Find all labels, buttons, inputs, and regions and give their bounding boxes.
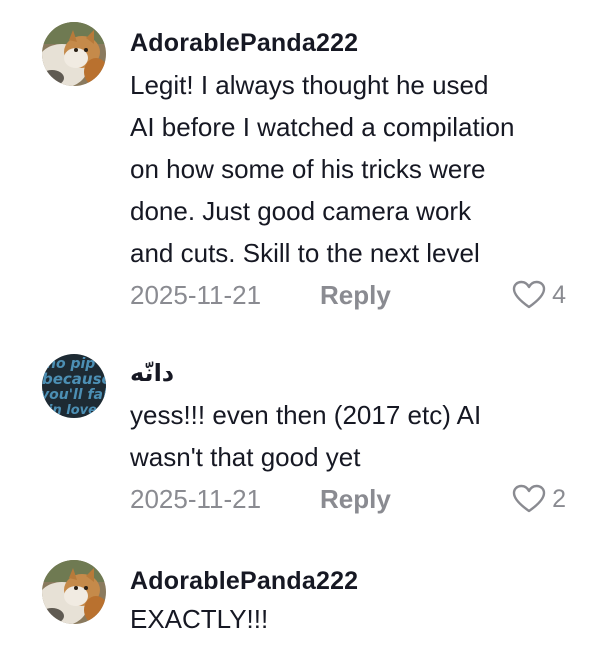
comment-text-line: and cuts. Skill to the next level: [130, 238, 480, 268]
comment-username[interactable]: دانّه: [130, 358, 566, 388]
heart-icon: [512, 484, 546, 513]
user-avatar[interactable]: no pip because you'll fall in love: [42, 354, 106, 418]
comment-text-line: on how some of his tricks were: [130, 154, 486, 184]
reply-button[interactable]: Reply: [320, 278, 391, 312]
comment-text-line: AI before I watched a compilation: [130, 112, 515, 142]
comment-body: AdorablePanda222 Legit! I always thought…: [130, 28, 566, 312]
comment-text-line: yess!!! even then (2017 etc) AI: [130, 400, 482, 430]
like-count: 2: [552, 485, 566, 513]
comment-text: EXACTLY!!!: [130, 598, 566, 640]
reply-button[interactable]: Reply: [320, 482, 391, 516]
comment-username[interactable]: AdorablePanda222: [130, 28, 566, 58]
like-button[interactable]: 4: [512, 278, 566, 312]
comment-body: AdorablePanda222 EXACTLY!!!: [130, 566, 566, 640]
comment-text-line: EXACTLY!!!: [130, 604, 269, 634]
text-art-avatar-image: no pip because you'll fall in love: [42, 354, 106, 418]
avatar-text-line: in love: [48, 403, 97, 418]
cat-avatar-image: [42, 22, 106, 86]
like-count: 4: [552, 281, 566, 309]
comment-text-line: done. Just good camera work: [130, 196, 472, 226]
avatar-text-line: because: [42, 370, 106, 388]
user-avatar[interactable]: [42, 560, 106, 624]
avatar-text-line: you'll fall: [42, 387, 106, 403]
heart-icon: [512, 280, 546, 309]
comment-timestamp: 2025-11-21: [130, 484, 262, 514]
comment-meta: 2025-11-21 Reply 4: [130, 278, 566, 312]
user-avatar[interactable]: [42, 22, 106, 86]
comment-username[interactable]: AdorablePanda222: [130, 566, 566, 596]
comment-timestamp: 2025-11-21: [130, 280, 262, 310]
comment-text-line: wasn't that good yet: [130, 442, 361, 472]
comment-text: yess!!! even then (2017 etc) AI wasn't t…: [130, 394, 566, 478]
comment-body: دانّه yess!!! even then (2017 etc) AI wa…: [130, 358, 566, 516]
cat-avatar-image: [42, 560, 106, 624]
comment-text-line: Legit! I always thought he used: [130, 70, 489, 100]
like-button[interactable]: 2: [512, 482, 566, 516]
comment-meta: 2025-11-21 Reply 2: [130, 482, 566, 516]
comment-text: Legit! I always thought he used AI befor…: [130, 64, 566, 274]
